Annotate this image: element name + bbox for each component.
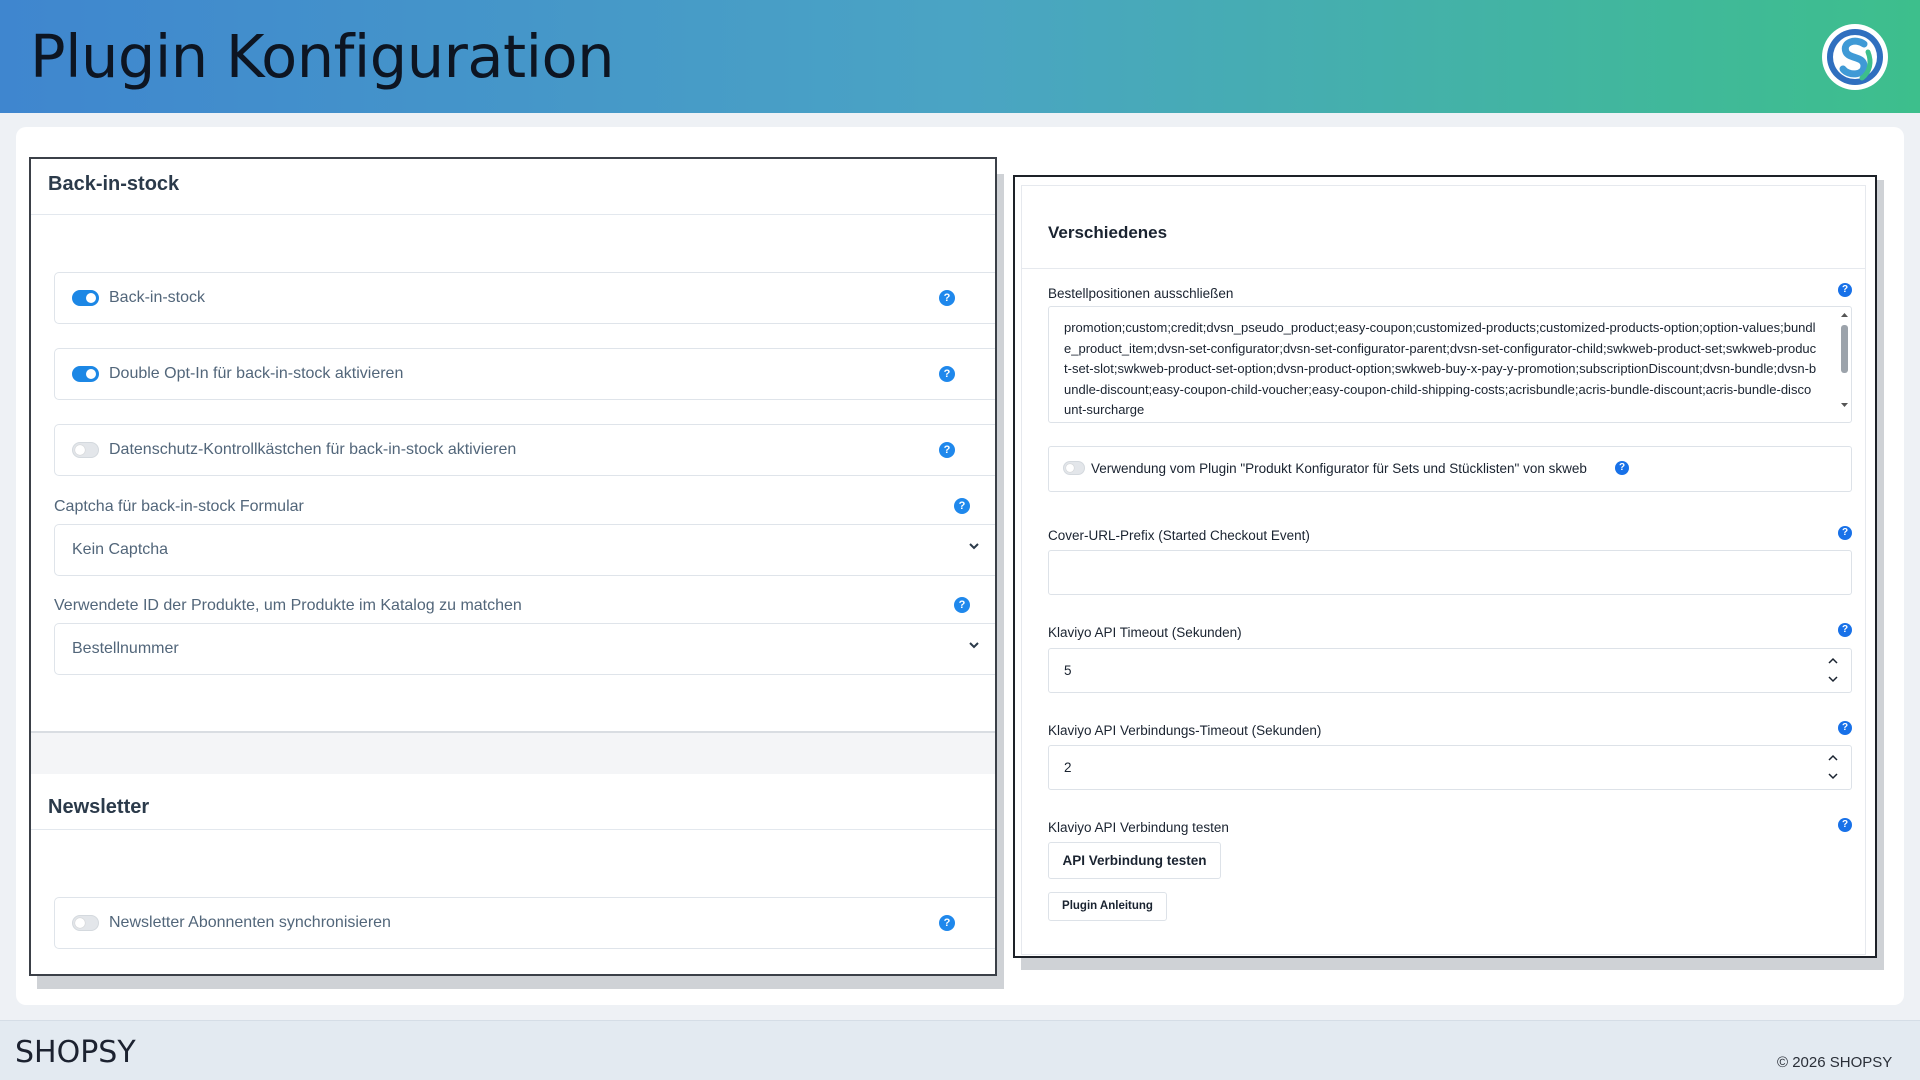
page-title: Plugin Konfiguration — [30, 22, 615, 91]
skweb-toggle-row: Verwendung vom Plugin "Produkt Konfigura… — [1048, 446, 1852, 492]
newsletter-sync-toggle[interactable] — [72, 915, 99, 931]
privacy-checkbox-toggle[interactable] — [72, 442, 99, 458]
number-stepper-icon[interactable] — [1827, 752, 1839, 782]
help-icon[interactable]: ? — [1838, 721, 1852, 735]
back-in-stock-panel: Back-in-stock Back-in-stock ? Double Opt… — [29, 157, 997, 976]
help-icon[interactable]: ? — [1838, 623, 1852, 637]
newsletter-title: Newsletter — [48, 796, 150, 818]
exclude-positions-textarea[interactable]: promotion;custom;credit;dvsn_pseudo_prod… — [1048, 306, 1852, 423]
double-opt-in-label: Double Opt-In für back-in-stock aktivier… — [109, 365, 404, 382]
help-icon[interactable]: ? — [954, 498, 970, 514]
connection-timeout-label: Klaviyo API Verbindungs-Timeout (Sekunde… — [1048, 723, 1322, 738]
test-connection-label: Klaviyo API Verbindung testen — [1048, 820, 1229, 835]
cover-url-label: Cover-URL-Prefix (Started Checkout Event… — [1048, 528, 1310, 543]
footer-copyright: © 2026 SHOPSY — [1777, 1054, 1893, 1071]
product-id-select[interactable]: Bestellnummer — [54, 623, 995, 675]
captcha-label: Captcha für back-in-stock Formular — [54, 498, 304, 515]
footer-brand-logo: SHOPSY — [15, 1035, 136, 1070]
double-opt-in-toggle[interactable] — [72, 366, 99, 382]
privacy-checkbox-toggle-row: Datenschutz-Kontrollkästchen für back-in… — [54, 424, 995, 476]
card-header-divider — [1022, 268, 1865, 269]
connection-timeout-value: 2 — [1064, 760, 1072, 775]
verschiedenes-title: Verschiedenes — [1048, 223, 1168, 242]
help-icon[interactable]: ? — [939, 442, 955, 458]
scrollbar[interactable] — [1840, 311, 1849, 411]
number-stepper-icon[interactable] — [1827, 655, 1839, 685]
newsletter-toggle-row: Newsletter Abonnenten synchronisieren ? — [54, 897, 995, 949]
newsletter-header: Newsletter — [31, 774, 995, 830]
back-in-stock-toggle[interactable] — [72, 290, 99, 306]
chevron-down-icon — [969, 543, 979, 550]
help-icon[interactable]: ? — [1615, 461, 1629, 475]
help-icon[interactable]: ? — [939, 915, 955, 931]
product-id-label: Verwendete ID der Produkte, um Produkte … — [54, 597, 522, 614]
connection-timeout-input[interactable]: 2 — [1048, 745, 1852, 790]
privacy-checkbox-label: Datenschutz-Kontrollkästchen für back-in… — [109, 441, 517, 458]
product-id-select-value: Bestellnummer — [72, 640, 179, 657]
help-icon[interactable]: ? — [1838, 283, 1852, 297]
plugin-manual-button[interactable]: Plugin Anleitung — [1048, 892, 1167, 921]
help-icon[interactable]: ? — [1838, 818, 1852, 832]
newsletter-sync-label: Newsletter Abonnenten synchronisieren — [109, 914, 391, 931]
skweb-plugin-label: Verwendung vom Plugin "Produkt Konfigura… — [1091, 461, 1587, 476]
double-opt-in-toggle-row: Double Opt-In für back-in-stock aktivier… — [54, 348, 995, 400]
back-in-stock-title: Back-in-stock — [48, 173, 180, 195]
header-banner: Plugin Konfiguration — [0, 0, 1920, 113]
footer: SHOPSY © 2026 SHOPSY — [0, 1020, 1920, 1080]
help-icon[interactable]: ? — [1838, 526, 1852, 540]
help-icon[interactable]: ? — [939, 290, 955, 306]
help-icon[interactable]: ? — [939, 366, 955, 382]
api-timeout-label: Klaviyo API Timeout (Sekunden) — [1048, 625, 1242, 640]
captcha-select-value: Kein Captcha — [72, 541, 169, 558]
verschiedenes-card: Verschiedenes Bestellpositionen ausschli… — [1021, 185, 1866, 955]
exclude-positions-value: promotion;custom;credit;dvsn_pseudo_prod… — [1064, 320, 1817, 417]
captcha-select[interactable]: Kein Captcha — [54, 524, 995, 576]
api-timeout-input[interactable]: 5 — [1048, 648, 1852, 693]
back-in-stock-header: Back-in-stock — [31, 159, 995, 215]
chevron-down-icon — [969, 642, 979, 649]
skweb-plugin-toggle[interactable] — [1063, 461, 1085, 475]
back-in-stock-toggle-row: Back-in-stock ? — [54, 272, 995, 324]
exclude-positions-label: Bestellpositionen ausschließen — [1048, 286, 1234, 301]
test-api-connection-button[interactable]: API Verbindung testen — [1048, 842, 1221, 879]
shopsy-logo-icon — [1822, 24, 1888, 90]
api-timeout-value: 5 — [1064, 663, 1072, 678]
back-in-stock-toggle-label: Back-in-stock — [109, 289, 206, 306]
help-icon[interactable]: ? — [954, 597, 970, 613]
section-divider — [31, 731, 995, 774]
verschiedenes-panel: Verschiedenes Bestellpositionen ausschli… — [1013, 175, 1877, 958]
cover-url-input[interactable] — [1048, 550, 1852, 595]
